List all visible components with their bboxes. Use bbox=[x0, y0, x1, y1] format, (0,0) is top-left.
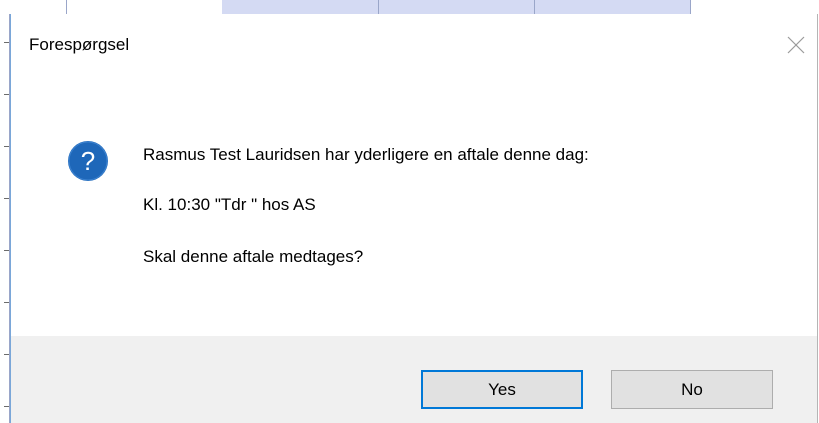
message-dialog: Forespørgsel ? Rasmus Test Lauridsen har… bbox=[10, 14, 818, 423]
svg-text:?: ? bbox=[81, 146, 95, 176]
question-icon: ? bbox=[67, 140, 109, 182]
background-grid-cell bbox=[535, 0, 691, 14]
no-button[interactable]: No bbox=[611, 370, 773, 409]
ruler-tick bbox=[4, 146, 9, 147]
ruler-tick bbox=[4, 94, 9, 95]
ruler-tick bbox=[4, 42, 9, 43]
close-icon bbox=[787, 36, 805, 54]
dialog-titlebar[interactable]: Forespørgsel bbox=[11, 14, 817, 74]
background-grid-cell bbox=[0, 0, 67, 14]
yes-button[interactable]: Yes bbox=[421, 370, 583, 409]
message-line: Kl. 10:30 "Tdr " hos AS bbox=[143, 195, 316, 214]
close-button[interactable] bbox=[781, 30, 811, 60]
message-line: Skal denne aftale medtages? bbox=[143, 247, 364, 266]
dialog-title: Forespørgsel bbox=[29, 35, 130, 54]
dialog-button-bar: Yes No bbox=[11, 336, 817, 423]
ruler-tick bbox=[4, 198, 9, 199]
message-line: Rasmus Test Lauridsen har yderligere en … bbox=[143, 145, 589, 164]
ruler-tick bbox=[4, 406, 9, 407]
background-ruler bbox=[0, 14, 10, 423]
background-grid-cell bbox=[379, 0, 535, 14]
ruler-tick bbox=[4, 302, 9, 303]
ruler-tick bbox=[4, 250, 9, 251]
background-grid-cell bbox=[222, 0, 379, 14]
ruler-tick bbox=[4, 354, 9, 355]
background-grid bbox=[0, 0, 819, 14]
dialog-content: ? Rasmus Test Lauridsen har yderligere e… bbox=[11, 74, 817, 336]
